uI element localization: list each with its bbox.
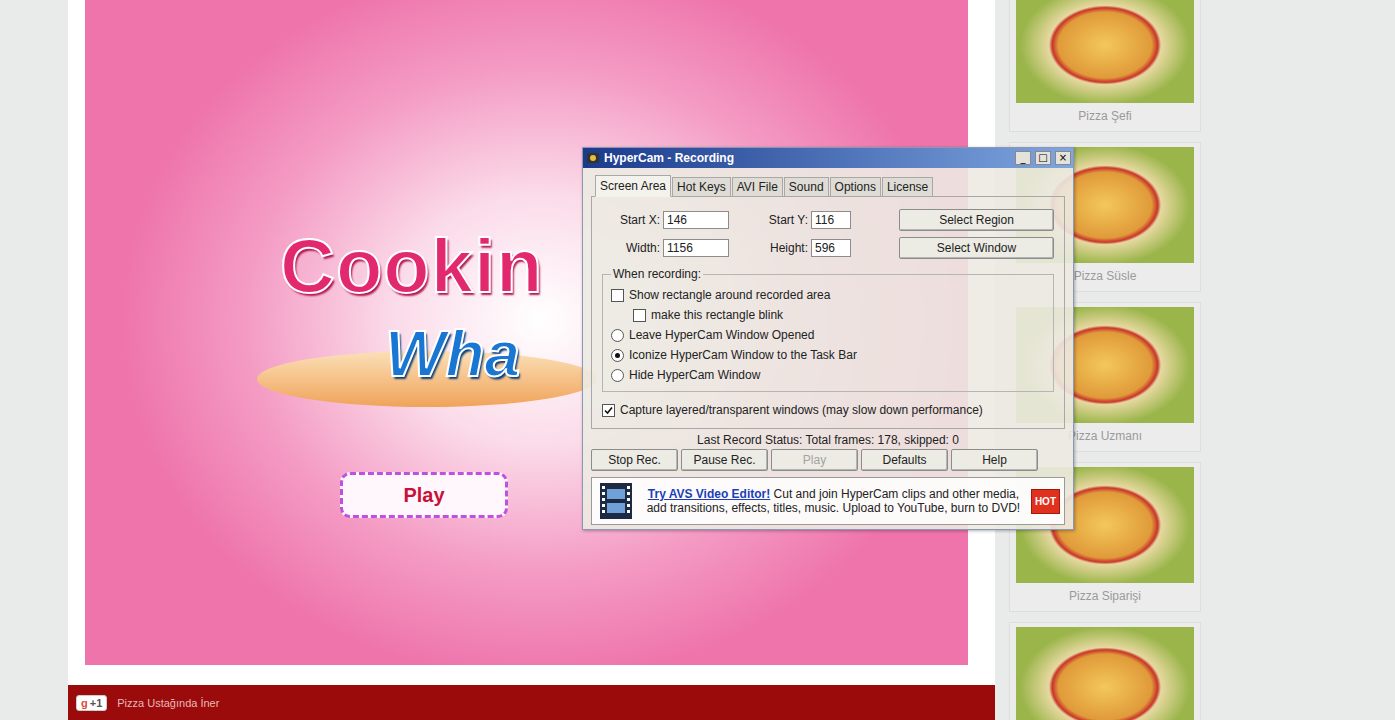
film-icon (596, 481, 636, 521)
window-title: HyperCam - Recording (604, 151, 1011, 165)
game-caption[interactable]: Pizza Uzmanı (1068, 429, 1142, 445)
region-button[interactable]: Select Region (899, 209, 1054, 231)
region-button[interactable]: Select Window (899, 237, 1054, 259)
game-thumbnail[interactable] (1016, 0, 1194, 103)
tab-row: Screen AreaHot KeysAVI FileSoundOptionsL… (591, 174, 1065, 196)
action-button[interactable]: Help (951, 449, 1038, 471)
field-label: Width: (602, 241, 660, 255)
game-caption[interactable]: Pizza Siparişi (1069, 589, 1141, 605)
ad-banner[interactable]: Try AVS Video Editor! Cut and join Hyper… (591, 477, 1065, 525)
hypercam-window[interactable]: HyperCam - Recording _ □ × Screen AreaHot Ke… (582, 147, 1074, 530)
option-row[interactable]: make this rectangle blink (611, 305, 1045, 325)
checkbox[interactable] (602, 404, 615, 417)
game-card[interactable]: Pizza Şefi (1009, 0, 1201, 132)
hot-badge: HOT (1031, 489, 1060, 514)
title-bar[interactable]: HyperCam - Recording _ □ × (583, 148, 1073, 168)
ad-text: Try AVS Video Editor! Cut and join Hyper… (644, 487, 1023, 515)
radio-button[interactable] (611, 349, 624, 362)
tab[interactable]: Options (830, 177, 881, 197)
game-card[interactable] (1009, 622, 1201, 720)
radio-button[interactable] (611, 369, 624, 382)
google-icon: g (81, 697, 88, 709)
option-row[interactable]: Show rectangle around recorded area (611, 285, 1045, 305)
checkbox[interactable] (633, 309, 646, 322)
footer-text: Pizza Ustağında İner (117, 697, 219, 709)
field-label: Start Y: (732, 213, 808, 227)
tab[interactable]: Screen Area (595, 175, 671, 197)
button-row: Stop Rec.Pause Rec.PlayDefaultsHelp (591, 449, 1065, 471)
ad-link[interactable]: Try AVS Video Editor! (648, 487, 770, 501)
screen: CookinWhaPlayg+1Pizza Ustağında İnerPizz… (0, 0, 1395, 720)
check-icon (604, 406, 613, 415)
field-input[interactable]: 116 (811, 211, 851, 229)
footer-bar: g+1 Pizza Ustağında İner (68, 685, 995, 720)
action-button[interactable]: Defaults (861, 449, 948, 471)
option-row[interactable]: Hide HyperCam Window (611, 365, 1045, 385)
game-caption[interactable]: Pizza Süsle (1074, 269, 1137, 285)
title-button[interactable]: × (1055, 151, 1071, 165)
game-thumbnail[interactable] (1016, 627, 1194, 720)
tab[interactable]: AVI File (732, 177, 783, 197)
field-label: Height: (732, 241, 808, 255)
checkbox[interactable] (611, 289, 624, 302)
tab[interactable]: License (882, 177, 933, 197)
field-label: Start X: (602, 213, 660, 227)
title-button[interactable]: □ (1035, 151, 1051, 165)
field-input[interactable]: 596 (811, 239, 851, 257)
capture-option[interactable]: Capture layered/transparent windows (may… (602, 400, 1054, 420)
option-row[interactable]: Iconize HyperCam Window to the Task Bar (611, 345, 1045, 365)
radio-dot (615, 353, 620, 358)
plus-one-button[interactable]: g+1 (76, 695, 107, 711)
option-row[interactable]: Leave HyperCam Window Opened (611, 325, 1045, 345)
play-button[interactable]: Play (340, 472, 508, 518)
action-button[interactable]: Stop Rec. (591, 449, 678, 471)
action-button[interactable]: Play (771, 449, 858, 471)
title-button[interactable]: _ (1015, 151, 1031, 165)
radio-button[interactable] (611, 329, 624, 342)
field-input[interactable]: 146 (663, 211, 729, 229)
record-status: Last Record Status: Total frames: 178, s… (591, 429, 1065, 449)
action-button[interactable]: Pause Rec. (681, 449, 768, 471)
group-label: When recording: (611, 267, 703, 281)
field-input[interactable]: 1156 (663, 239, 729, 257)
tab[interactable]: Hot Keys (672, 177, 731, 197)
app-icon (586, 151, 600, 165)
tab-panel: Start X:146Start Y:116 Select Region Width… (591, 196, 1065, 429)
recording-group: When recording: Show rectangle around rec… (602, 267, 1054, 392)
tab[interactable]: Sound (784, 177, 829, 197)
game-caption[interactable]: Pizza Şefi (1078, 109, 1131, 125)
region-fields: Start X:146Start Y:116 Select Region Width… (602, 209, 1054, 259)
